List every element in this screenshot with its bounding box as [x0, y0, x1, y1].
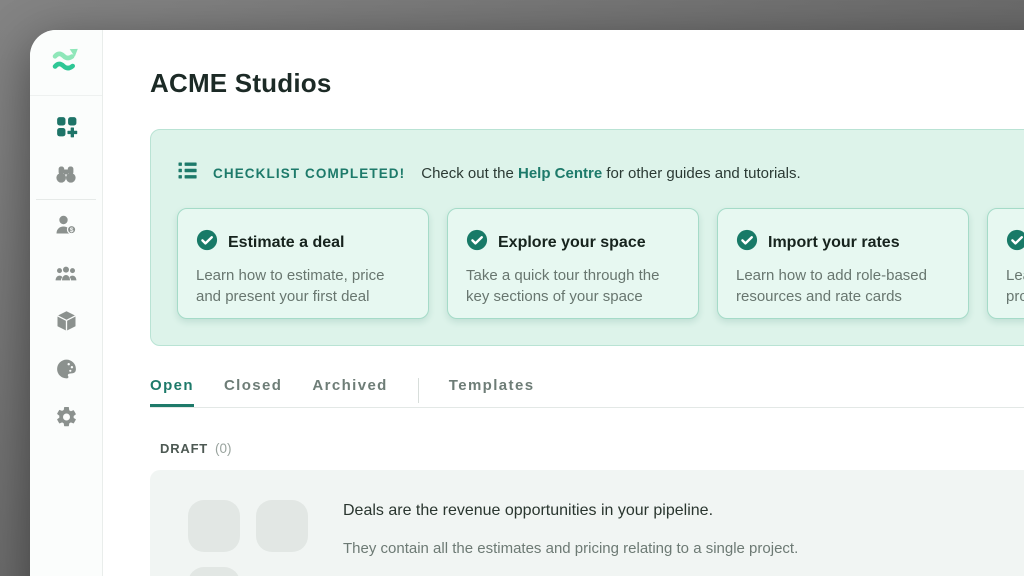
- sidebar-item-team[interactable]: [30, 249, 102, 297]
- svg-text:$: $: [70, 227, 74, 234]
- card-description: Take a quick tour through the key sectio…: [466, 265, 680, 307]
- card-description: Lea pro: [1006, 265, 1024, 307]
- app-window: $: [30, 30, 1024, 576]
- checklist-banner-message: Check out the Help Centre for other guid…: [421, 165, 800, 182]
- draft-section-count: (0): [215, 441, 232, 456]
- message-suffix: for other guides and tutorials.: [602, 165, 800, 182]
- card-description-line: pro: [1006, 286, 1024, 307]
- placeholder-row: [188, 567, 308, 576]
- card-description: Learn how to add role-based resources an…: [736, 265, 950, 307]
- check-circle-icon: [196, 229, 218, 256]
- grid-plus-icon: [54, 114, 79, 139]
- checklist-card-explore-your-space[interactable]: Explore your space Take a quick tour thr…: [447, 208, 699, 319]
- sidebar-item-deals[interactable]: [30, 102, 102, 150]
- placeholder-square: [188, 567, 240, 576]
- tab-templates[interactable]: Templates: [449, 377, 535, 407]
- card-description-line: Lea: [1006, 265, 1024, 286]
- checklist-banner-header: CHECKLIST COMPLETED! Check out the Help …: [177, 160, 1024, 186]
- empty-state-line: They contain all the estimates and prici…: [343, 540, 1003, 557]
- card-description-line: and present your first deal: [196, 286, 410, 307]
- empty-state-text: Deals are the revenue opportunities in y…: [343, 500, 1003, 576]
- card-header: Explore your space: [466, 229, 680, 256]
- card-header: Import your rates: [736, 229, 950, 256]
- sidebar-item-explore[interactable]: [30, 150, 102, 198]
- sidebar-divider: [36, 199, 96, 200]
- cube-icon: [54, 309, 79, 333]
- card-title: Estimate a deal: [228, 234, 345, 252]
- sidebar-item-settings[interactable]: [30, 393, 102, 441]
- desktop-background: { "app": { "workspace_title": "ACME Stud…: [0, 0, 1024, 576]
- card-header: Estimate a deal: [196, 229, 410, 256]
- placeholder-square: [256, 500, 308, 552]
- binoculars-icon: [53, 162, 79, 186]
- sidebar-item-rates[interactable]: $: [30, 201, 102, 249]
- card-description-line: key sections of your space: [466, 286, 680, 307]
- placeholder-illustration: [188, 500, 308, 576]
- palette-icon: [54, 357, 79, 381]
- placeholder-square: [188, 500, 240, 552]
- main-area: ACME Studios CHECKLIST COMPL: [103, 30, 1024, 576]
- draft-section-header: DRAFT (0): [160, 441, 1024, 456]
- tab-open[interactable]: Open: [150, 377, 194, 407]
- check-circle-icon: [736, 229, 758, 256]
- deals-empty-state-panel: Deals are the revenue opportunities in y…: [150, 470, 1024, 576]
- sidebar-nav: $: [30, 96, 102, 441]
- sidebar-item-theme[interactable]: [30, 345, 102, 393]
- deals-tabbar: Open Closed Archived Templates: [150, 377, 1024, 408]
- check-circle-icon: [466, 229, 488, 256]
- card-title: Import your rates: [768, 234, 900, 252]
- card-description: Learn how to estimate, price and present…: [196, 265, 410, 307]
- page-title: ACME Studios: [150, 68, 1024, 99]
- main-content: ACME Studios CHECKLIST COMPL: [103, 68, 1024, 576]
- tabbar-divider: [418, 378, 419, 403]
- card-description-line: Take a quick tour through the: [466, 265, 680, 286]
- people-icon: [53, 261, 79, 285]
- card-title: Explore your space: [498, 234, 646, 252]
- empty-state-title: Deals are the revenue opportunities in y…: [343, 502, 1003, 520]
- gear-icon: [54, 405, 79, 429]
- checklist-completed-heading: CHECKLIST COMPLETED!: [213, 166, 405, 181]
- help-centre-link[interactable]: Help Centre: [518, 165, 602, 182]
- draft-section-label: DRAFT: [160, 441, 208, 456]
- card-header: [1006, 229, 1024, 256]
- checklist-banner: CHECKLIST COMPLETED! Check out the Help …: [150, 129, 1024, 346]
- checklist-card-estimate-a-deal[interactable]: Estimate a deal Learn how to estimate, p…: [177, 208, 429, 319]
- card-description-line: Learn how to add role-based: [736, 265, 950, 286]
- wave-logo-icon: [50, 45, 82, 80]
- checklist-icon: [177, 160, 198, 186]
- checklist-cards: Estimate a deal Learn how to estimate, p…: [177, 208, 1024, 319]
- message-prefix: Check out the: [421, 165, 518, 182]
- tab-archived[interactable]: Archived: [312, 377, 387, 407]
- check-circle-icon: [1006, 229, 1024, 256]
- tab-closed[interactable]: Closed: [224, 377, 282, 407]
- checklist-card-clipped[interactable]: Lea pro: [987, 208, 1024, 319]
- sidebar-item-packages[interactable]: [30, 297, 102, 345]
- card-description-line: resources and rate cards: [736, 286, 950, 307]
- placeholder-row: [188, 500, 308, 552]
- app-logo[interactable]: [30, 30, 102, 96]
- card-description-line: Learn how to estimate, price: [196, 265, 410, 286]
- person-dollar-icon: $: [53, 213, 79, 237]
- sidebar: $: [30, 30, 103, 576]
- checklist-card-import-your-rates[interactable]: Import your rates Learn how to add role-…: [717, 208, 969, 319]
